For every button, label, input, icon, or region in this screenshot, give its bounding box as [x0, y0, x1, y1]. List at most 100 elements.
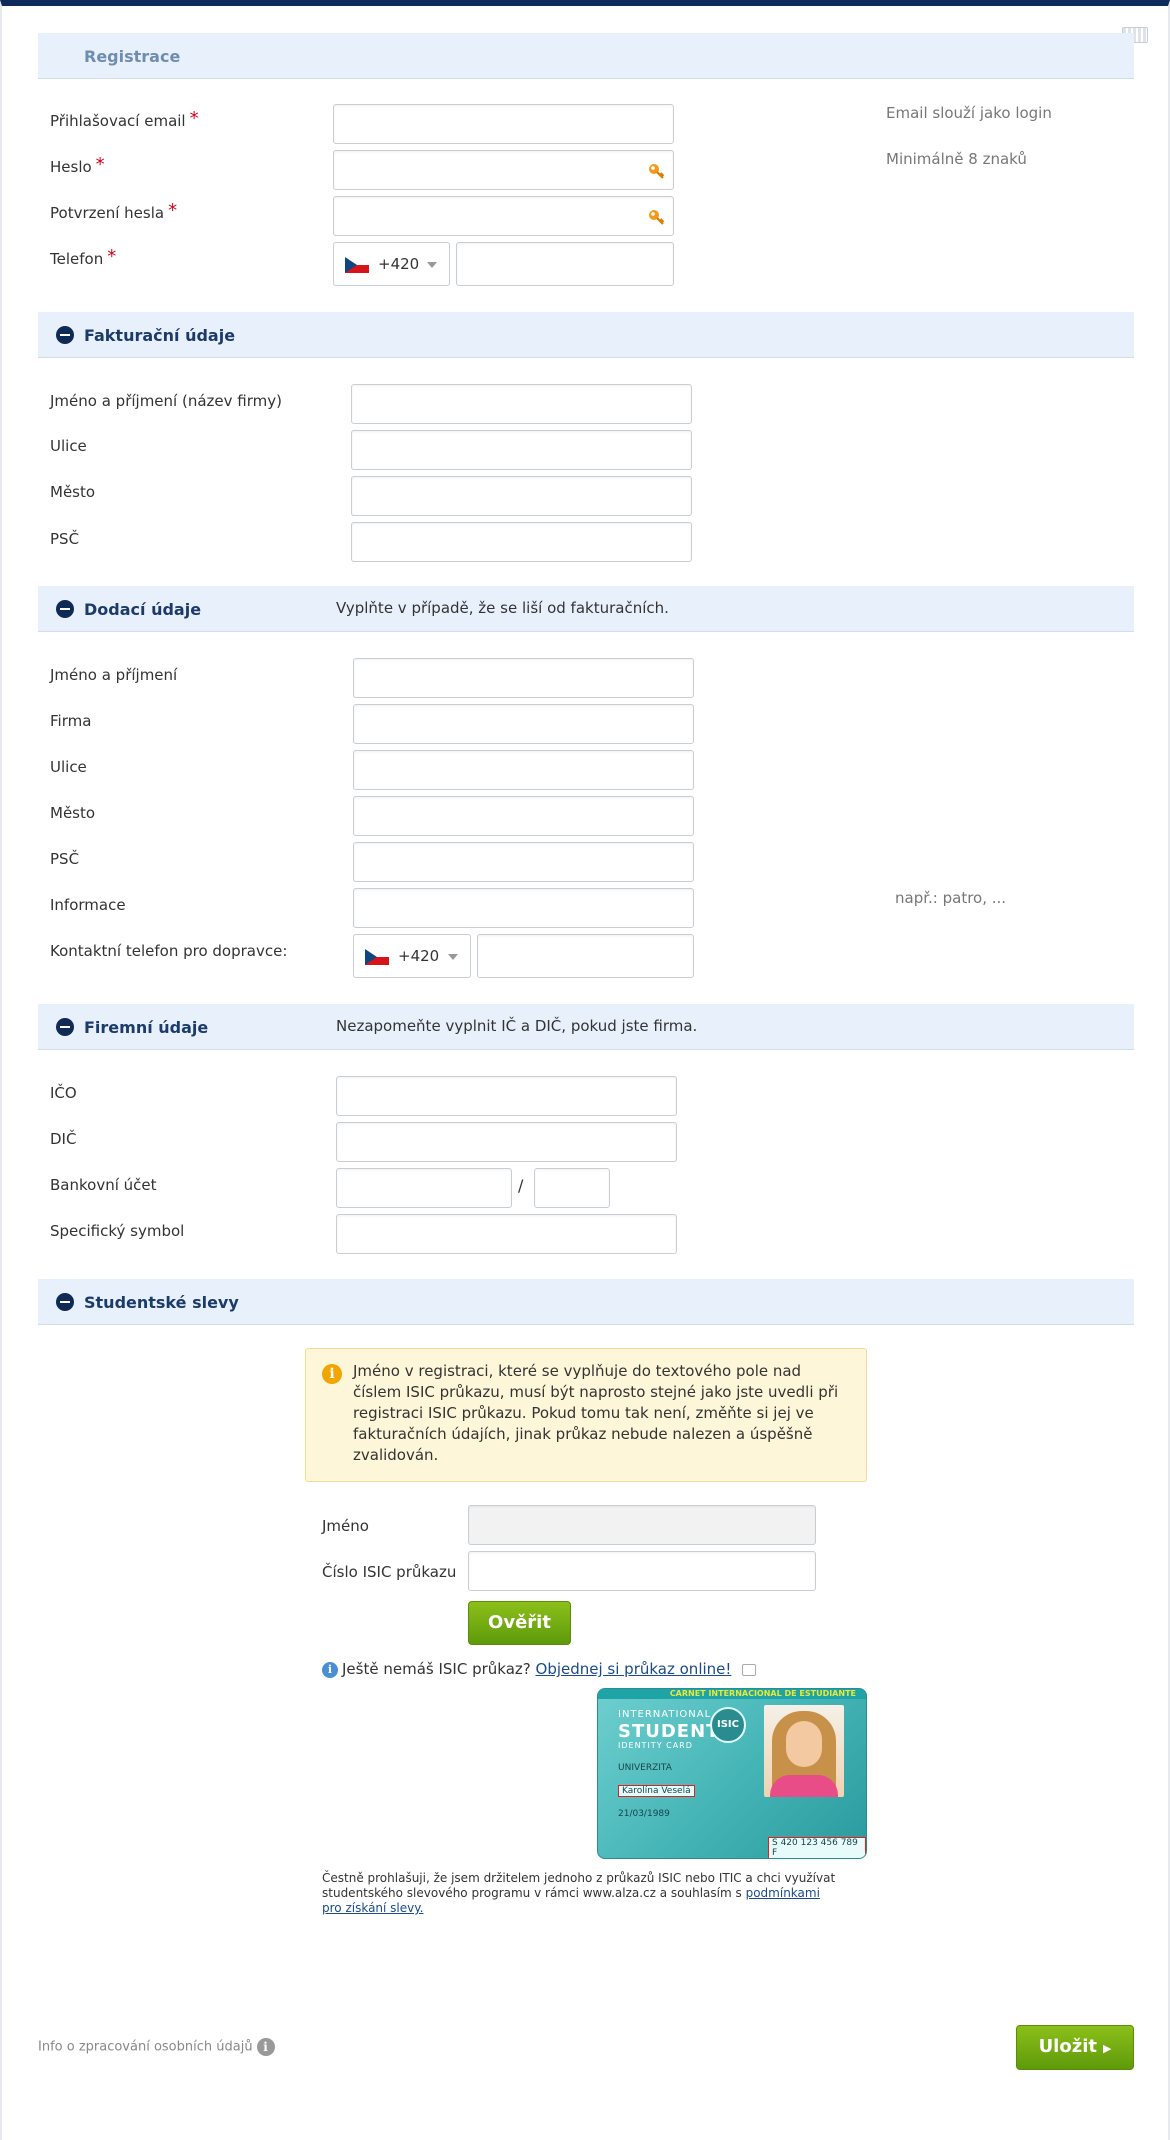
- delivery-name-label: Jméno a příjmení: [50, 666, 178, 684]
- billing-header[interactable]: Fakturační údaje: [38, 312, 1134, 358]
- card-international: INTERNATIONAL: [618, 1709, 712, 1720]
- delivery-title: Dodací údaje: [84, 600, 202, 619]
- billing-name-field[interactable]: [351, 384, 692, 424]
- photo-shirt: [770, 1775, 838, 1797]
- billing-zip-field[interactable]: [351, 522, 692, 562]
- photo-face: [786, 1721, 822, 1767]
- isic-info-text: Jméno v registraci, které se vyplňuje do…: [353, 1362, 839, 1464]
- delivery-note: Vyplňte v případě, že se liší od faktura…: [336, 599, 669, 617]
- required-mark: *: [107, 246, 117, 267]
- delivery-header[interactable]: Dodací údaje Vyplňte v případě, že se li…: [38, 586, 1134, 632]
- delivery-phone-number-field[interactable]: [477, 934, 694, 978]
- phone-code: +420: [398, 947, 440, 965]
- ico-label: IČO: [50, 1084, 77, 1102]
- password-confirm-field[interactable]: [333, 196, 674, 236]
- dic-label: DIČ: [50, 1130, 77, 1148]
- key-icon[interactable]: [647, 162, 665, 180]
- phone-country-select[interactable]: +420: [333, 242, 450, 286]
- card-identity: IDENTITY CARD: [618, 1741, 693, 1750]
- delivery-info-label: Informace: [50, 896, 126, 914]
- student-title: Studentské slevy: [84, 1293, 239, 1312]
- student-name-field: [468, 1505, 816, 1545]
- required-mark: *: [168, 200, 178, 221]
- delivery-city-field[interactable]: [353, 796, 694, 836]
- czech-flag-icon: [345, 257, 369, 273]
- student-header[interactable]: Studentské slevy: [38, 1279, 1134, 1325]
- chevron-right-icon: ▶: [1102, 2042, 1112, 2055]
- card-name: Karolína Veselá: [618, 1785, 695, 1797]
- bank-separator: /: [518, 1176, 524, 1195]
- delivery-info-hint: např.: patro, ...: [895, 889, 1007, 907]
- declaration-text: Čestně prohlašuji, že jsem držitelem jed…: [322, 1871, 836, 1915]
- chevron-down-icon: [427, 262, 437, 268]
- email-label: Přihlašovací email *: [50, 108, 199, 130]
- isic-info-box: i Jméno v registraci, které se vyplňuje …: [305, 1348, 867, 1482]
- company-title: Firemní údaje: [84, 1018, 209, 1037]
- czech-flag-icon: [365, 949, 389, 965]
- card-student: STUDENT: [618, 1721, 720, 1742]
- password-field[interactable]: [333, 150, 674, 190]
- billing-city-label: Město: [50, 483, 96, 501]
- ico-field[interactable]: [336, 1076, 677, 1116]
- collapse-icon[interactable]: [56, 1018, 74, 1036]
- delivery-street-field[interactable]: [353, 750, 694, 790]
- delivery-name-field[interactable]: [353, 658, 694, 698]
- no-isic-line: i Ještě nemáš ISIC průkaz? Objednej si pr…: [322, 1660, 757, 1678]
- card-number: S 420 123 456 789 F: [768, 1837, 866, 1858]
- external-link-icon[interactable]: [742, 1663, 757, 1676]
- delivery-zip-field[interactable]: [353, 842, 694, 882]
- email-field[interactable]: [333, 104, 674, 144]
- isic-logo: ISIC: [710, 1707, 746, 1743]
- billing-zip-label: PSČ: [50, 530, 80, 548]
- password-label: Heslo *: [50, 154, 105, 176]
- symbol-field[interactable]: [336, 1214, 677, 1254]
- info-icon: i: [322, 1661, 338, 1678]
- privacy-info[interactable]: Info o zpracování osobních údajů i: [38, 2038, 275, 2056]
- required-mark: *: [189, 108, 199, 129]
- billing-street-field[interactable]: [351, 430, 692, 470]
- card-dob: 21/03/1989: [618, 1809, 670, 1819]
- delivery-phone-country-select[interactable]: +420: [353, 934, 471, 978]
- collapse-icon[interactable]: [56, 600, 74, 618]
- isic-number-label: Číslo ISIC průkazu: [322, 1563, 457, 1581]
- dic-field[interactable]: [336, 1122, 677, 1162]
- registration-header: Registrace: [38, 33, 1134, 79]
- billing-street-label: Ulice: [50, 437, 87, 455]
- delivery-zip-label: PSČ: [50, 850, 80, 868]
- isic-number-field[interactable]: [468, 1551, 816, 1591]
- phone-code: +420: [378, 255, 420, 273]
- verify-button[interactable]: Ověřit: [468, 1601, 571, 1645]
- symbol-label: Specifický symbol: [50, 1222, 185, 1240]
- phone-label: Telefon *: [50, 246, 117, 268]
- password-confirm-label: Potvrzení hesla *: [50, 200, 178, 222]
- billing-title: Fakturační údaje: [84, 326, 236, 345]
- registration-title: Registrace: [84, 47, 181, 66]
- card-top-text: CARNET INTERNACIONAL DE ESTUDIANTE: [669, 1689, 856, 1698]
- card-photo: [764, 1705, 844, 1797]
- save-button[interactable]: Uložit ▶: [1016, 2025, 1134, 2070]
- delivery-company-label: Firma: [50, 712, 92, 730]
- chevron-down-icon: [448, 954, 458, 960]
- bank-label: Bankovní účet: [50, 1176, 157, 1194]
- delivery-phone-label: Kontaktní telefon pro dopravce:: [50, 942, 288, 960]
- key-icon[interactable]: [647, 208, 665, 226]
- card-university: UNIVERZITA: [618, 1763, 672, 1773]
- delivery-street-label: Ulice: [50, 758, 87, 776]
- warning-info-icon: i: [322, 1364, 342, 1384]
- required-mark: *: [95, 154, 105, 175]
- phone-number-field[interactable]: [456, 242, 674, 286]
- company-note: Nezapomeňte vyplnit IČ a DIČ, pokud jste…: [336, 1017, 698, 1035]
- collapse-icon[interactable]: [56, 1293, 74, 1311]
- order-isic-link[interactable]: Objednej si průkaz online!: [536, 1660, 732, 1678]
- isic-card-image: CARNET INTERNACIONAL DE ESTUDIANTE INTER…: [597, 1688, 867, 1859]
- billing-city-field[interactable]: [351, 476, 692, 516]
- bank-account-field[interactable]: [336, 1168, 512, 1208]
- company-header[interactable]: Firemní údaje Nezapomeňte vyplnit IČ a D…: [38, 1004, 1134, 1050]
- info-icon[interactable]: i: [256, 2038, 275, 2056]
- bank-code-field[interactable]: [534, 1168, 610, 1208]
- delivery-city-label: Město: [50, 804, 96, 822]
- delivery-company-field[interactable]: [353, 704, 694, 744]
- password-hint: Minimálně 8 znaků: [886, 150, 1027, 168]
- collapse-icon[interactable]: [56, 326, 74, 344]
- delivery-info-field[interactable]: [353, 888, 694, 928]
